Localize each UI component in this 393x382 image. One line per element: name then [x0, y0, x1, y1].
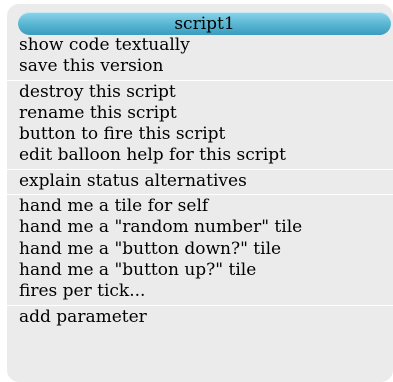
menu-item-show-code-textually[interactable]: show code textually: [7, 35, 393, 56]
menu-group-status: explain status alternatives: [7, 170, 393, 196]
menu-title: script1: [174, 14, 235, 34]
menu-item-hand-me-random-number-tile[interactable]: hand me a "random number" tile: [7, 217, 393, 238]
menu-group-parameters: add parameter: [7, 306, 393, 330]
menu-item-fires-per-tick[interactable]: fires per tick...: [7, 281, 393, 302]
script-context-menu: script1 show code textually save this ve…: [7, 4, 393, 382]
menu-item-edit-balloon-help[interactable]: edit balloon help for this script: [7, 145, 393, 166]
menu-item-explain-status-alternatives[interactable]: explain status alternatives: [7, 171, 393, 192]
menu-item-hand-me-button-down-tile[interactable]: hand me a "button down?" tile: [7, 239, 393, 260]
menu-group-view: show code textually save this version: [7, 35, 393, 81]
menu-item-rename-this-script[interactable]: rename this script: [7, 103, 393, 124]
menu-item-hand-me-tile-for-self[interactable]: hand me a tile for self: [7, 196, 393, 217]
menu-item-hand-me-button-up-tile[interactable]: hand me a "button up?" tile: [7, 260, 393, 281]
menu-group-script-actions: destroy this script rename this script b…: [7, 81, 393, 170]
menu-item-destroy-this-script[interactable]: destroy this script: [7, 82, 393, 103]
menu-item-add-parameter[interactable]: add parameter: [7, 307, 393, 328]
menu-title-bar: script1: [18, 12, 391, 35]
menu-item-button-to-fire-this-script[interactable]: button to fire this script: [7, 124, 393, 145]
menu-group-tiles: hand me a tile for self hand me a "rando…: [7, 195, 393, 306]
menu-item-save-this-version[interactable]: save this version: [7, 56, 393, 77]
